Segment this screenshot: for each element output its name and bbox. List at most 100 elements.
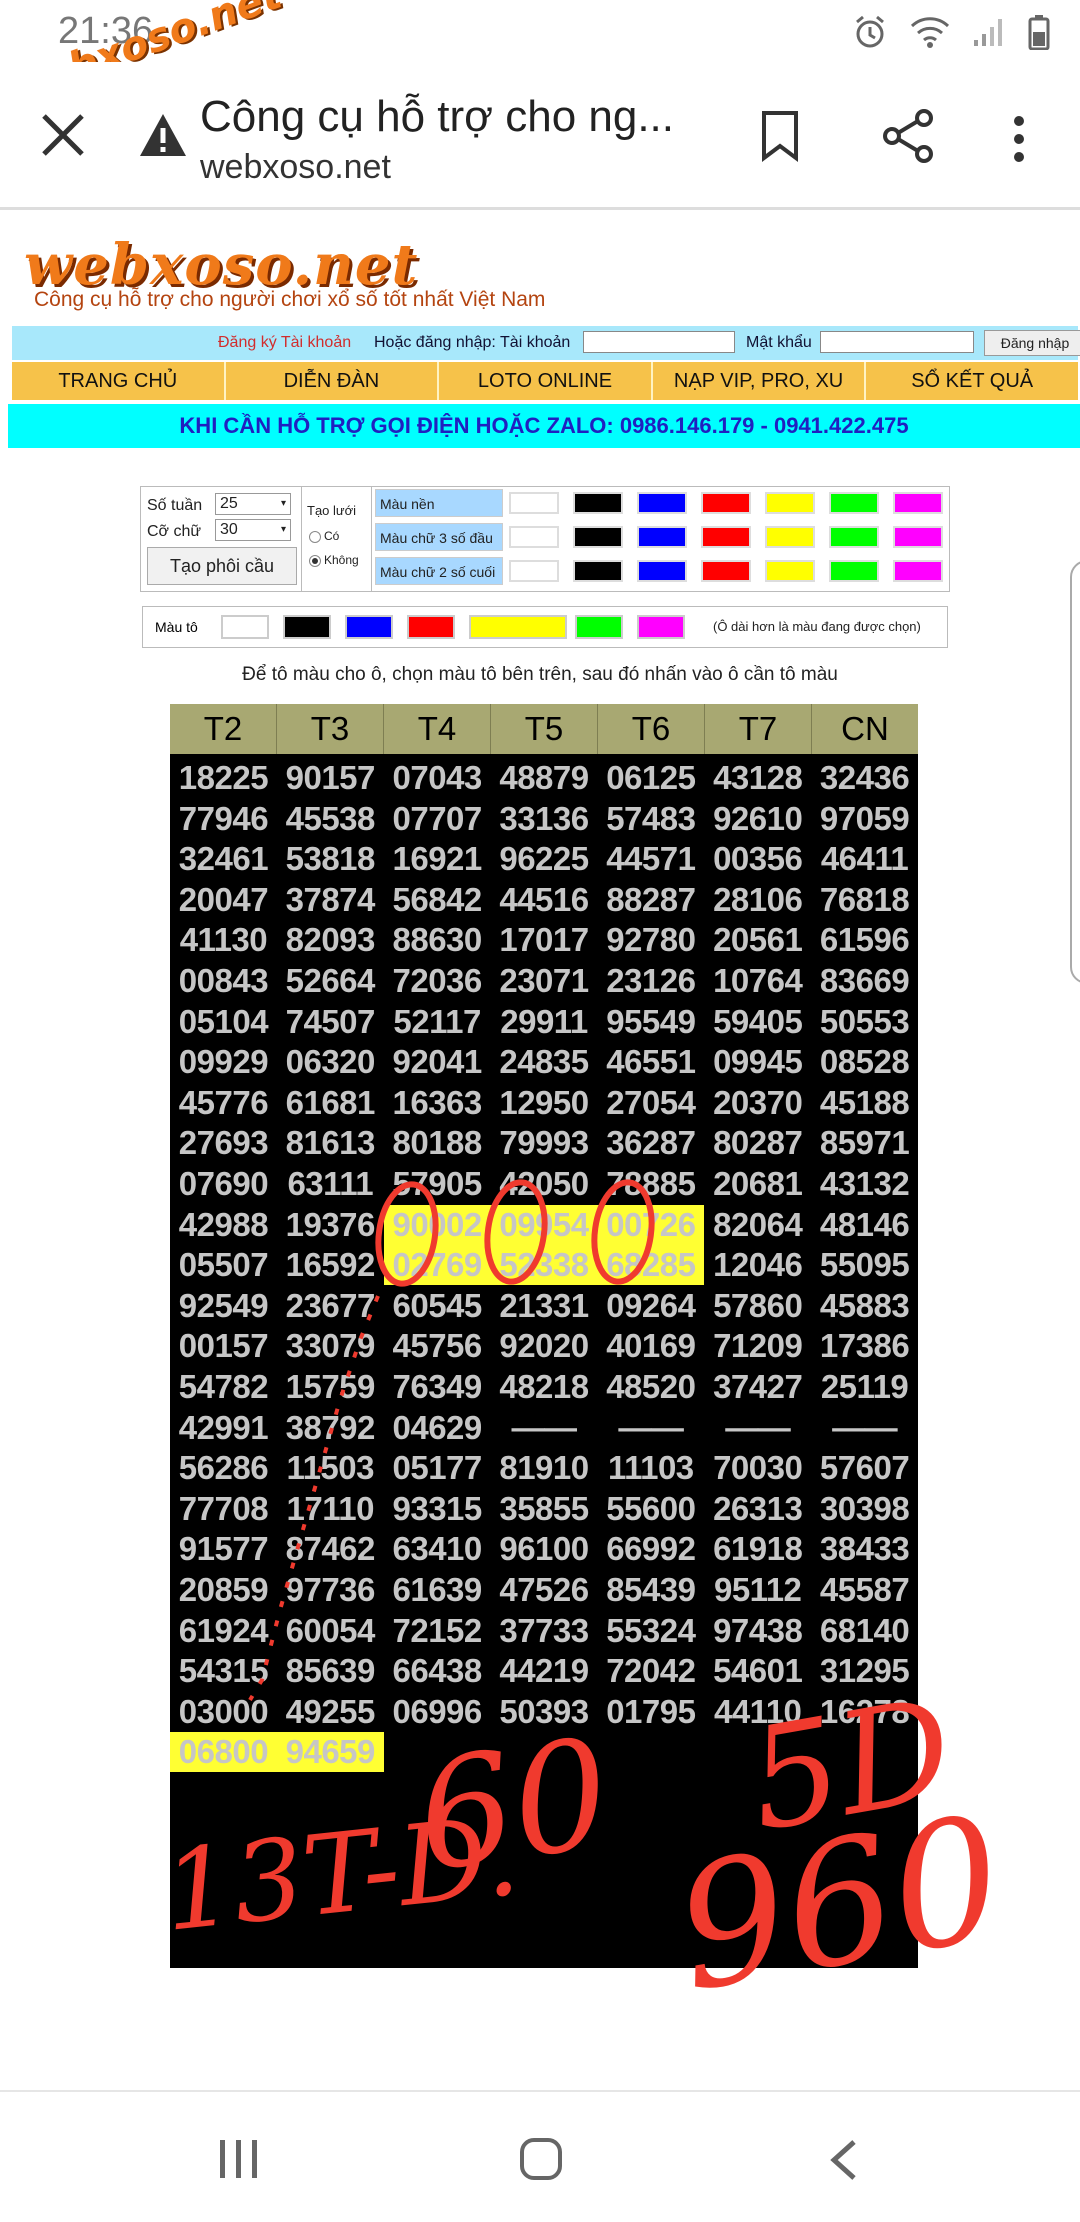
result-cell[interactable]: 28106 [704,880,811,920]
result-cell[interactable]: 92041 [384,1042,491,1082]
result-cell[interactable]: 57905 [384,1164,491,1204]
result-cell[interactable]: 37733 [491,1611,598,1651]
result-cell[interactable]: 92020 [491,1326,598,1366]
result-cell[interactable]: 41130 [170,920,277,960]
color-swatch[interactable] [509,492,559,514]
color-swatch[interactable] [829,560,879,582]
result-cell[interactable]: 45776 [170,1083,277,1123]
result-cell[interactable]: 00726 [597,1204,705,1245]
result-cell[interactable]: 52664 [277,961,384,1001]
color-swatch[interactable] [637,526,687,548]
result-cell[interactable]: 63410 [384,1529,491,1569]
result-cell[interactable]: 70030 [704,1448,811,1488]
result-cell[interactable]: 44571 [597,839,704,879]
nav-results[interactable]: SỔ KẾT QUẢ [866,362,1078,400]
color-swatch[interactable] [573,560,623,582]
result-cell[interactable]: 09945 [704,1042,811,1082]
result-cell[interactable] [597,1732,704,1772]
color-swatch[interactable] [701,560,751,582]
register-link[interactable]: Đăng ký Tài khoản [218,334,351,352]
result-cell[interactable]: 44516 [491,880,598,920]
result-cell[interactable]: 95112 [704,1570,811,1610]
result-cell[interactable]: 48146 [811,1205,918,1245]
result-cell[interactable]: 23071 [491,961,598,1001]
result-cell[interactable]: 57860 [704,1286,811,1326]
result-cell[interactable]: 61596 [811,920,918,960]
recent-apps-icon[interactable] [216,2138,262,2180]
result-cell[interactable]: 07707 [384,799,491,839]
result-cell[interactable]: 92549 [170,1286,277,1326]
result-cell[interactable]: 95549 [597,1002,704,1042]
result-cell[interactable]: 06125 [597,758,704,798]
result-cell[interactable]: 20047 [170,880,277,920]
color-swatch[interactable] [509,560,559,582]
result-cell[interactable]: 09929 [170,1042,277,1082]
result-cell[interactable]: 92610 [704,799,811,839]
result-cell[interactable]: 11103 [597,1448,704,1488]
color-swatch[interactable] [893,560,943,582]
grid-yes-radio[interactable]: Có [309,529,339,543]
paint-swatch[interactable] [221,615,269,639]
result-cell[interactable]: 57483 [597,799,704,839]
result-cell[interactable]: 83669 [811,961,918,1001]
result-cell[interactable]: 48520 [597,1367,704,1407]
result-cell[interactable]: 30398 [811,1489,918,1529]
result-cell[interactable]: 80287 [704,1123,811,1163]
result-cell[interactable]: 90002 [383,1204,491,1245]
password-input[interactable] [820,331,974,353]
result-cell[interactable]: 77708 [170,1489,277,1529]
nav-home[interactable]: TRANG CHỦ [12,362,226,400]
result-cell[interactable]: 12950 [491,1083,598,1123]
result-cell[interactable]: 38433 [811,1529,918,1569]
color-swatch[interactable] [893,526,943,548]
generate-button[interactable]: Tạo phôi cầu [147,547,297,585]
result-cell[interactable]: 45538 [277,799,384,839]
result-cell[interactable]: 82064 [704,1205,811,1245]
result-cell[interactable]: 91577 [170,1529,277,1569]
result-cell[interactable]: 02769 [383,1245,491,1286]
result-cell[interactable]: 61918 [704,1529,811,1569]
nav-loto-online[interactable]: LOTO ONLINE [439,362,653,400]
result-cell[interactable]: 72042 [597,1651,704,1691]
color-swatch[interactable] [637,560,687,582]
result-cell[interactable]: 68285 [597,1245,705,1286]
result-cell[interactable]: 81613 [277,1123,384,1163]
paint-swatch[interactable] [575,615,623,639]
result-cell[interactable]: 33136 [491,799,598,839]
result-cell[interactable]: 77946 [170,799,277,839]
color-swatch[interactable] [893,492,943,514]
result-cell[interactable]: 76349 [384,1367,491,1407]
result-cell[interactable]: 36287 [597,1123,704,1163]
result-cell[interactable]: 80188 [384,1123,491,1163]
result-cell[interactable]: 74507 [277,1002,384,1042]
result-cell[interactable]: 43128 [704,758,811,798]
result-cell[interactable]: 44219 [491,1651,598,1691]
result-cell[interactable]: 42991 [170,1408,277,1448]
result-cell[interactable]: 17110 [277,1489,384,1529]
nav-forum[interactable]: DIỄN ĐÀN [226,362,440,400]
result-cell[interactable]: 60054 [277,1611,384,1651]
result-cell[interactable]: 07690 [170,1164,277,1204]
result-cell[interactable]: 55600 [597,1489,704,1529]
result-cell[interactable]: 16921 [384,839,491,879]
username-input[interactable] [583,331,735,353]
result-cell[interactable]: 76818 [811,880,918,920]
result-cell[interactable]: 54315 [170,1651,277,1691]
result-cell[interactable]: 33079 [277,1326,384,1366]
page-url[interactable]: webxoso.net [200,148,391,187]
result-cell[interactable]: 04629 [384,1408,491,1448]
result-cell[interactable]: —— [704,1408,811,1448]
color-swatch[interactable] [765,560,815,582]
color-swatch[interactable] [573,492,623,514]
paint-swatch[interactable] [469,615,567,639]
result-cell[interactable]: 45756 [384,1326,491,1366]
result-cell[interactable]: 85971 [811,1123,918,1163]
color-swatch[interactable] [573,526,623,548]
result-cell[interactable]: 56842 [384,880,491,920]
result-cell[interactable]: 97059 [811,799,918,839]
result-cell[interactable]: 61681 [277,1083,384,1123]
color-swatch[interactable] [637,492,687,514]
result-cell[interactable]: 68140 [811,1611,918,1651]
result-cell[interactable]: 01795 [597,1692,704,1732]
result-cell[interactable] [704,1732,811,1772]
